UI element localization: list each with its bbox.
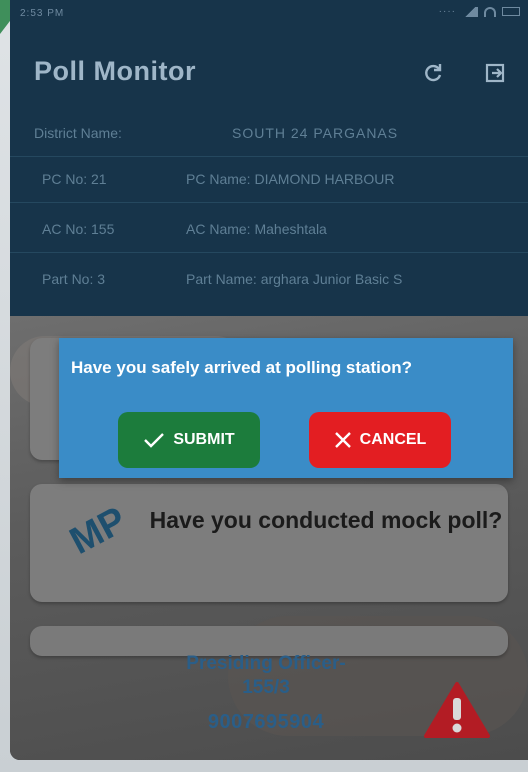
more-dots-icon: ···· [438,6,456,17]
pc-row: PC No: 21 PC Name: DIAMOND HARBOUR [10,156,528,203]
close-icon [334,432,351,448]
pc-number: PC No: 21 [42,171,107,187]
status-icons: ···· [439,6,520,17]
submit-label: SUBMIT [173,431,235,448]
pc-name: PC Name: DIAMOND HARBOUR [186,171,395,187]
toolbar: Poll Monitor [10,40,528,110]
check-icon [144,433,165,448]
part-name: Part Name: arghara Junior Basic S [186,271,403,287]
dialog-message: Have you safely arrived at polling stati… [71,358,413,377]
app-header-area: 2:53 PM ···· Poll Monitor District Name:… [10,0,528,316]
ac-number: AC No: 155 [42,221,115,237]
signal-icon [462,6,478,17]
officer-title: Presiding Officer- [186,653,346,674]
mp-logo: MP [63,499,134,563]
refresh-icon[interactable] [418,58,448,88]
photo-frame: 2:53 PM ···· Poll Monitor District Name:… [0,0,528,772]
wifi-icon [484,6,496,17]
battery-icon [502,7,520,16]
officer-phone: 9007695904 [207,711,325,733]
cancel-label: CANCEL [359,431,427,448]
ac-row: AC No: 155 AC Name: Maheshtala [10,206,528,253]
phone-screen: 2:53 PM ···· Poll Monitor District Name:… [10,0,528,760]
part-number: Part No: 3 [42,271,106,287]
district-label: District Name: [34,125,122,141]
district-value: SOUTH 24 PARGANAS [232,125,399,141]
app-title: Poll Monitor [34,56,196,86]
district-row: District Name: SOUTH 24 PARGANAS [10,110,528,157]
alert-triangle-icon[interactable] [422,680,492,740]
logout-icon[interactable] [480,58,510,88]
cancel-button[interactable]: CANCEL [309,412,451,468]
officer-code: 155/3 [242,677,290,698]
mock-poll-card[interactable]: MP Have you conducted mock poll? [30,484,508,602]
status-time: 2:53 PM [20,8,65,19]
submit-button[interactable]: SUBMIT [118,412,260,468]
mock-poll-question: Have you conducted mock poll? [149,507,503,533]
part-row: Part No: 3 Part Name: arghara Junior Bas… [10,256,528,302]
status-bar: 2:53 PM ···· [10,0,528,28]
ac-name: AC Name: Maheshtala [186,221,327,237]
arrival-dialog: Have you safely arrived at polling stati… [59,338,513,478]
